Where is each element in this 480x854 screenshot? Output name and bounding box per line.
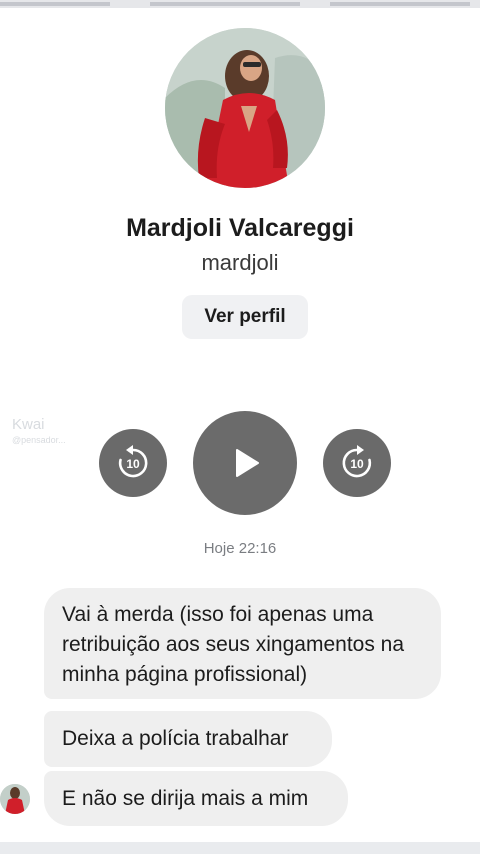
sender-avatar[interactable] xyxy=(0,784,30,814)
play-button[interactable] xyxy=(193,411,297,515)
rewind-icon: 10 xyxy=(118,445,148,478)
message-bubble[interactable]: Deixa a polícia trabalhar xyxy=(44,711,332,767)
message-bubble[interactable]: Vai à merda (isso foi apenas uma retribu… xyxy=(44,588,441,699)
top-status-strip xyxy=(0,0,480,8)
profile-name: Mardjoli Valcareggi xyxy=(126,214,354,242)
message-bubble[interactable]: E não se dirija mais a mim xyxy=(44,771,348,826)
view-profile-button[interactable]: Ver perfil xyxy=(182,295,308,339)
forward-10-button[interactable]: 10 xyxy=(323,429,391,497)
play-icon xyxy=(236,449,259,477)
profile-avatar[interactable] xyxy=(165,28,325,188)
watermark-brand: Kwai xyxy=(12,416,45,433)
rewind-10-button[interactable]: 10 xyxy=(99,429,167,497)
rewind-seconds-label: 10 xyxy=(126,457,140,471)
forward-icon: 10 xyxy=(342,445,372,478)
watermark-handle: @pensador... xyxy=(12,435,66,445)
bottom-strip xyxy=(0,842,480,854)
message-timestamp: Hoje 22:16 xyxy=(203,540,277,557)
profile-username: mardjoli xyxy=(201,250,279,275)
forward-seconds-label: 10 xyxy=(350,457,364,471)
kwai-watermark: Kwai @pensador... xyxy=(12,416,66,445)
